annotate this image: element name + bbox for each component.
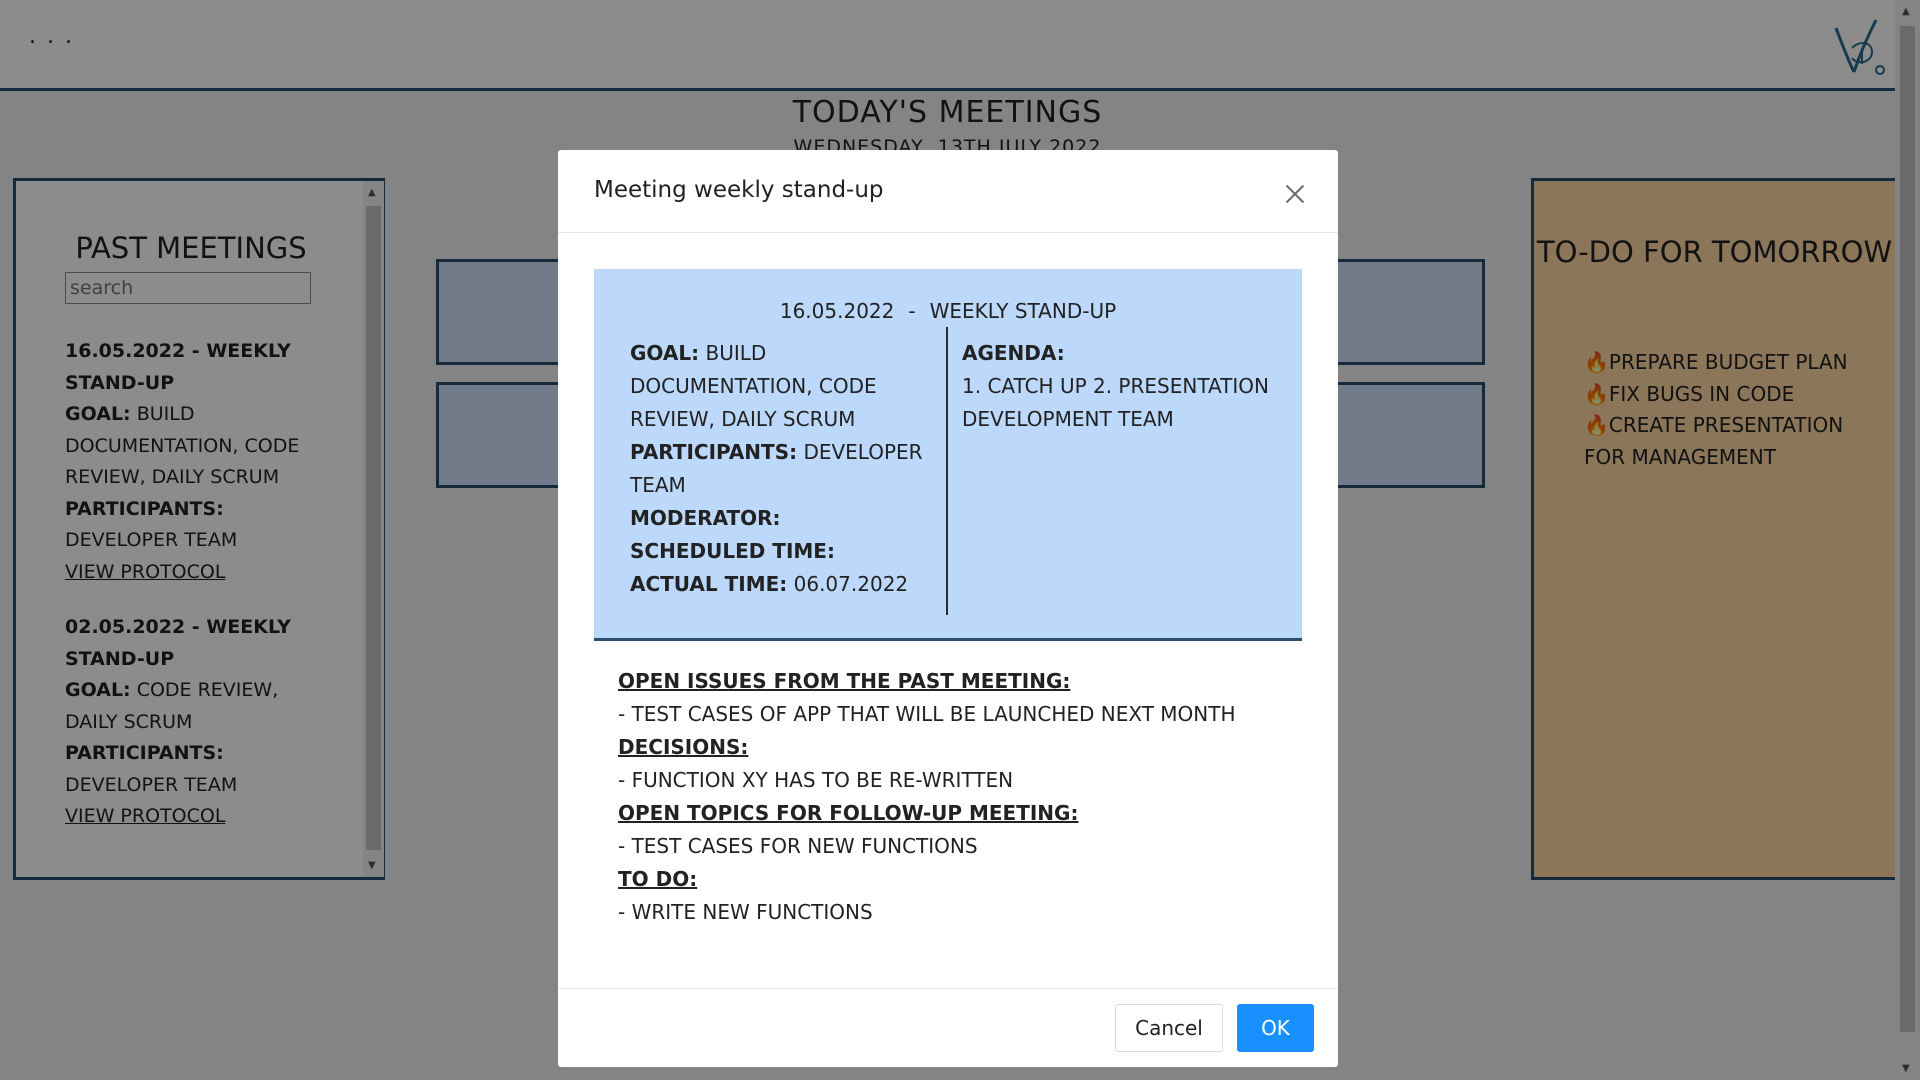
card-date: 16.05.2022 bbox=[779, 299, 895, 323]
followup-text: - TEST CASES FOR NEW FUNCTIONS bbox=[618, 834, 978, 858]
participants-label: PARTICIPANTS: bbox=[630, 440, 798, 464]
actual-time-label: ACTUAL TIME: bbox=[630, 572, 788, 596]
todo-heading: TO DO: bbox=[618, 867, 698, 891]
ok-button[interactable]: OK bbox=[1237, 1004, 1314, 1052]
todo-text: - WRITE NEW FUNCTIONS bbox=[618, 900, 873, 924]
decisions-heading: DECISIONS: bbox=[618, 735, 749, 759]
moderator-label: MODERATOR: bbox=[630, 506, 781, 530]
card-meeting-name: WEEKLY STAND-UP bbox=[929, 299, 1117, 323]
close-icon[interactable] bbox=[1280, 180, 1310, 210]
cancel-button[interactable]: Cancel bbox=[1115, 1004, 1223, 1052]
card-heading: 16.05.2022- WEEKLY STAND-UP bbox=[594, 299, 1302, 323]
card-separator: - bbox=[908, 299, 916, 323]
goal-label: GOAL: bbox=[630, 341, 700, 365]
agenda-label: AGENDA: bbox=[962, 341, 1065, 365]
card-divider bbox=[946, 327, 948, 615]
meeting-info-card: 16.05.2022- WEEKLY STAND-UP GOAL: BUILD D… bbox=[594, 269, 1302, 641]
modal-footer: Cancel OK bbox=[558, 988, 1338, 1068]
agenda-value: 1. CATCH UP 2. PRESENTATION DEVELOPMENT … bbox=[962, 374, 1269, 431]
open-issues-text: - TEST CASES OF APP THAT WILL BE LAUNCHE… bbox=[618, 702, 1236, 726]
open-issues-heading: OPEN ISSUES FROM THE PAST MEETING: bbox=[618, 669, 1071, 693]
meeting-notes: OPEN ISSUES FROM THE PAST MEETING: - TES… bbox=[618, 665, 1298, 929]
decisions-text: - FUNCTION XY HAS TO BE RE-WRITTEN bbox=[618, 768, 1014, 792]
scheduled-time-label: SCHEDULED TIME: bbox=[630, 539, 835, 563]
modal-header: Meeting weekly stand-up bbox=[558, 150, 1338, 233]
card-agenda: AGENDA: 1. CATCH UP 2. PRESENTATION DEVE… bbox=[962, 337, 1282, 436]
meeting-modal: Meeting weekly stand-up 16.05.2022- WEEKL… bbox=[558, 150, 1338, 1067]
followup-heading: OPEN TOPICS FOR FOLLOW-UP MEETING: bbox=[618, 801, 1079, 825]
card-details: GOAL: BUILD DOCUMENTATION, CODE REVIEW, … bbox=[630, 337, 930, 601]
actual-time-value: 06.07.2022 bbox=[793, 572, 909, 596]
modal-title: Meeting weekly stand-up bbox=[594, 177, 884, 203]
